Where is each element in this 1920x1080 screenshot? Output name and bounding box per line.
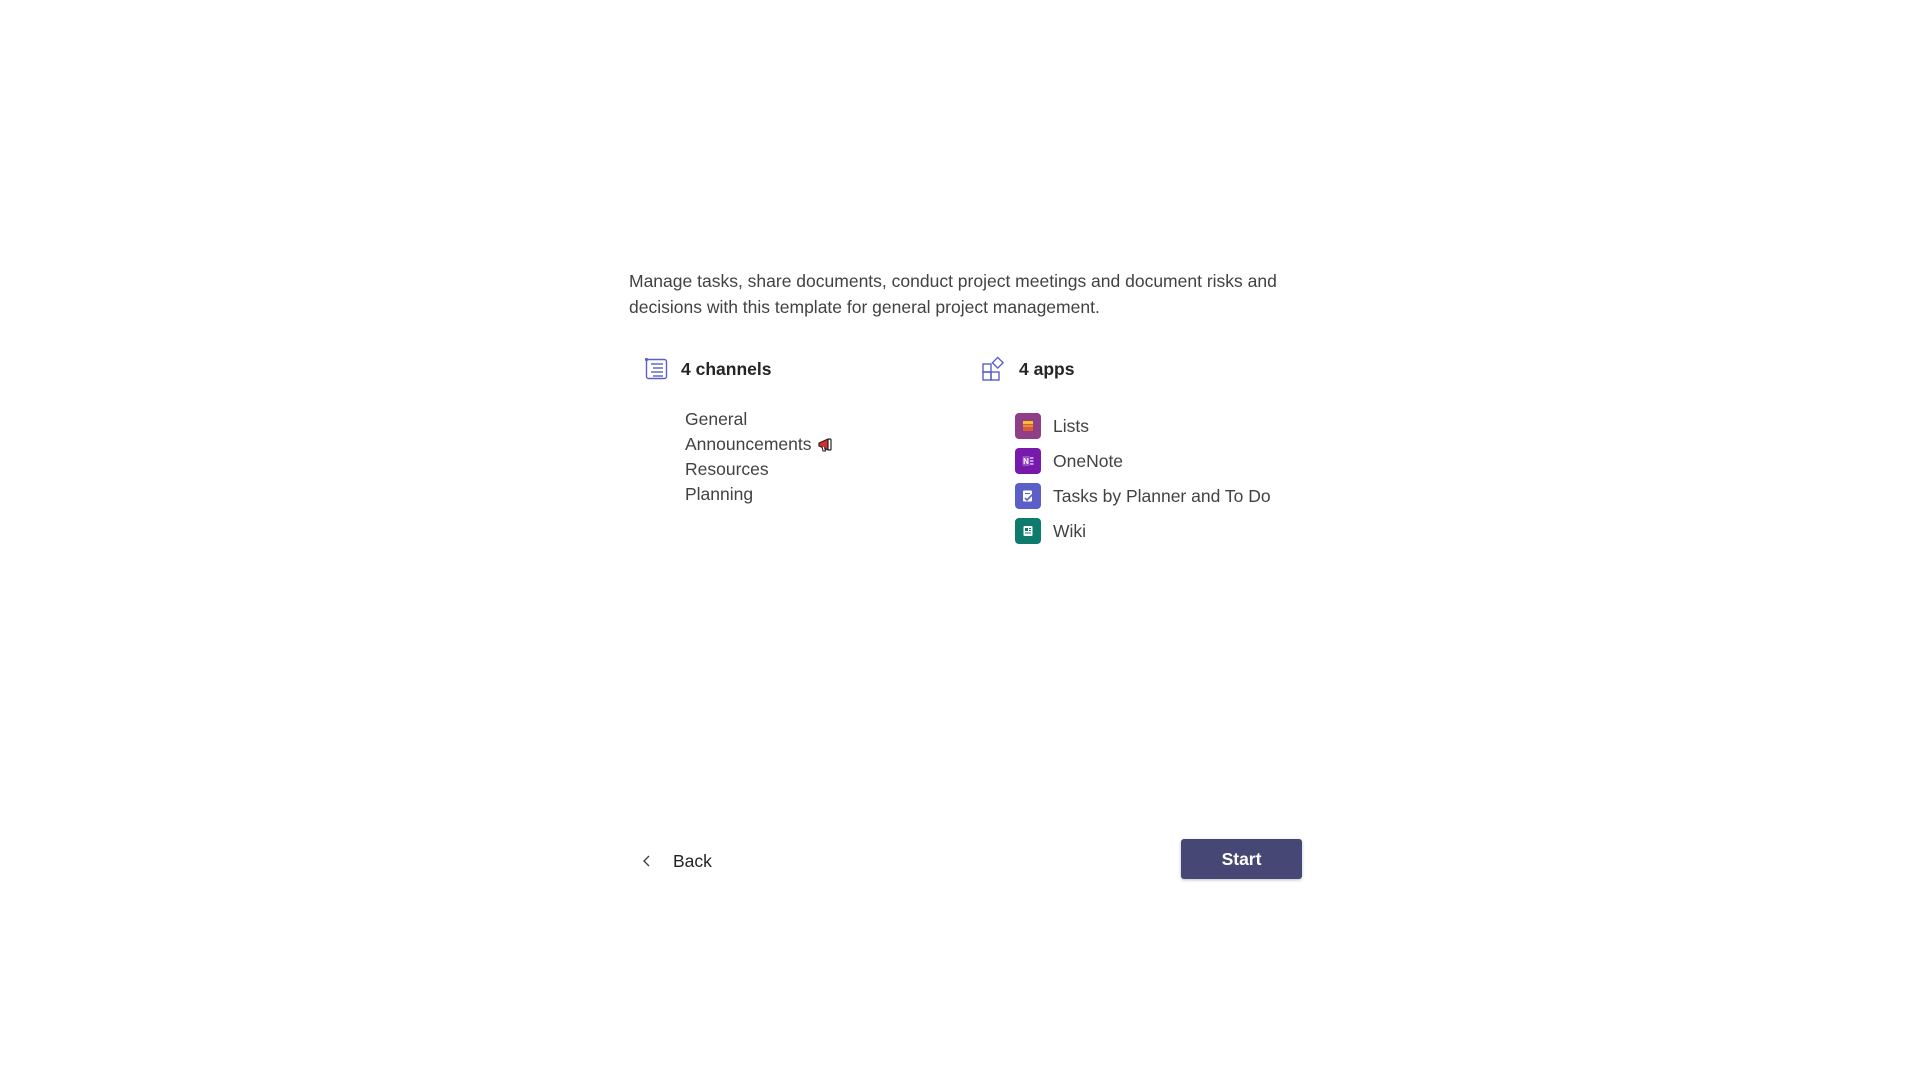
channel-item-announcements: Announcements <box>685 432 837 457</box>
channel-list-icon <box>641 354 671 384</box>
onenote-icon: N <box>1015 448 1041 474</box>
channel-item-resources: Resources <box>685 457 837 482</box>
planner-icon <box>1015 483 1041 509</box>
apps-header: 4 apps <box>979 354 1074 384</box>
channel-list: General Announcements Resources Planning <box>685 407 837 507</box>
apps-icon <box>979 354 1009 384</box>
megaphone-icon <box>817 436 837 454</box>
channel-label: General <box>685 409 748 429</box>
channel-label: Announcements <box>685 434 812 454</box>
app-label: OneNote <box>1053 450 1124 471</box>
back-label: Back <box>673 850 712 871</box>
wiki-icon <box>1015 518 1041 544</box>
channels-header: 4 channels <box>641 354 771 384</box>
start-button[interactable]: Start <box>1181 839 1302 879</box>
app-item-lists: Lists <box>1015 413 1271 439</box>
app-label: Lists <box>1053 415 1089 436</box>
channel-item-planning: Planning <box>685 482 837 507</box>
lists-icon <box>1015 413 1041 439</box>
app-item-onenote: N OneNote <box>1015 448 1271 474</box>
svg-text:N: N <box>1023 457 1029 466</box>
template-details-panel: Manage tasks, share documents, conduct p… <box>629 0 1305 1080</box>
channels-title: 4 channels <box>681 358 772 379</box>
channel-item-general: General <box>685 407 837 432</box>
chevron-left-icon <box>635 849 659 873</box>
template-description: Manage tasks, share documents, conduct p… <box>629 271 1277 317</box>
app-item-tasks: Tasks by Planner and To Do <box>1015 483 1271 509</box>
channel-label: Resources <box>685 459 769 479</box>
channel-label: Planning <box>685 484 754 504</box>
apps-title: 4 apps <box>1019 358 1075 379</box>
app-list: Lists N OneNote Tasks by Planner and To … <box>1015 413 1271 553</box>
app-label: Tasks by Planner and To Do <box>1053 485 1271 506</box>
app-item-wiki: Wiki <box>1015 518 1271 544</box>
back-button[interactable]: Back <box>629 843 712 879</box>
app-label: Wiki <box>1053 520 1087 541</box>
